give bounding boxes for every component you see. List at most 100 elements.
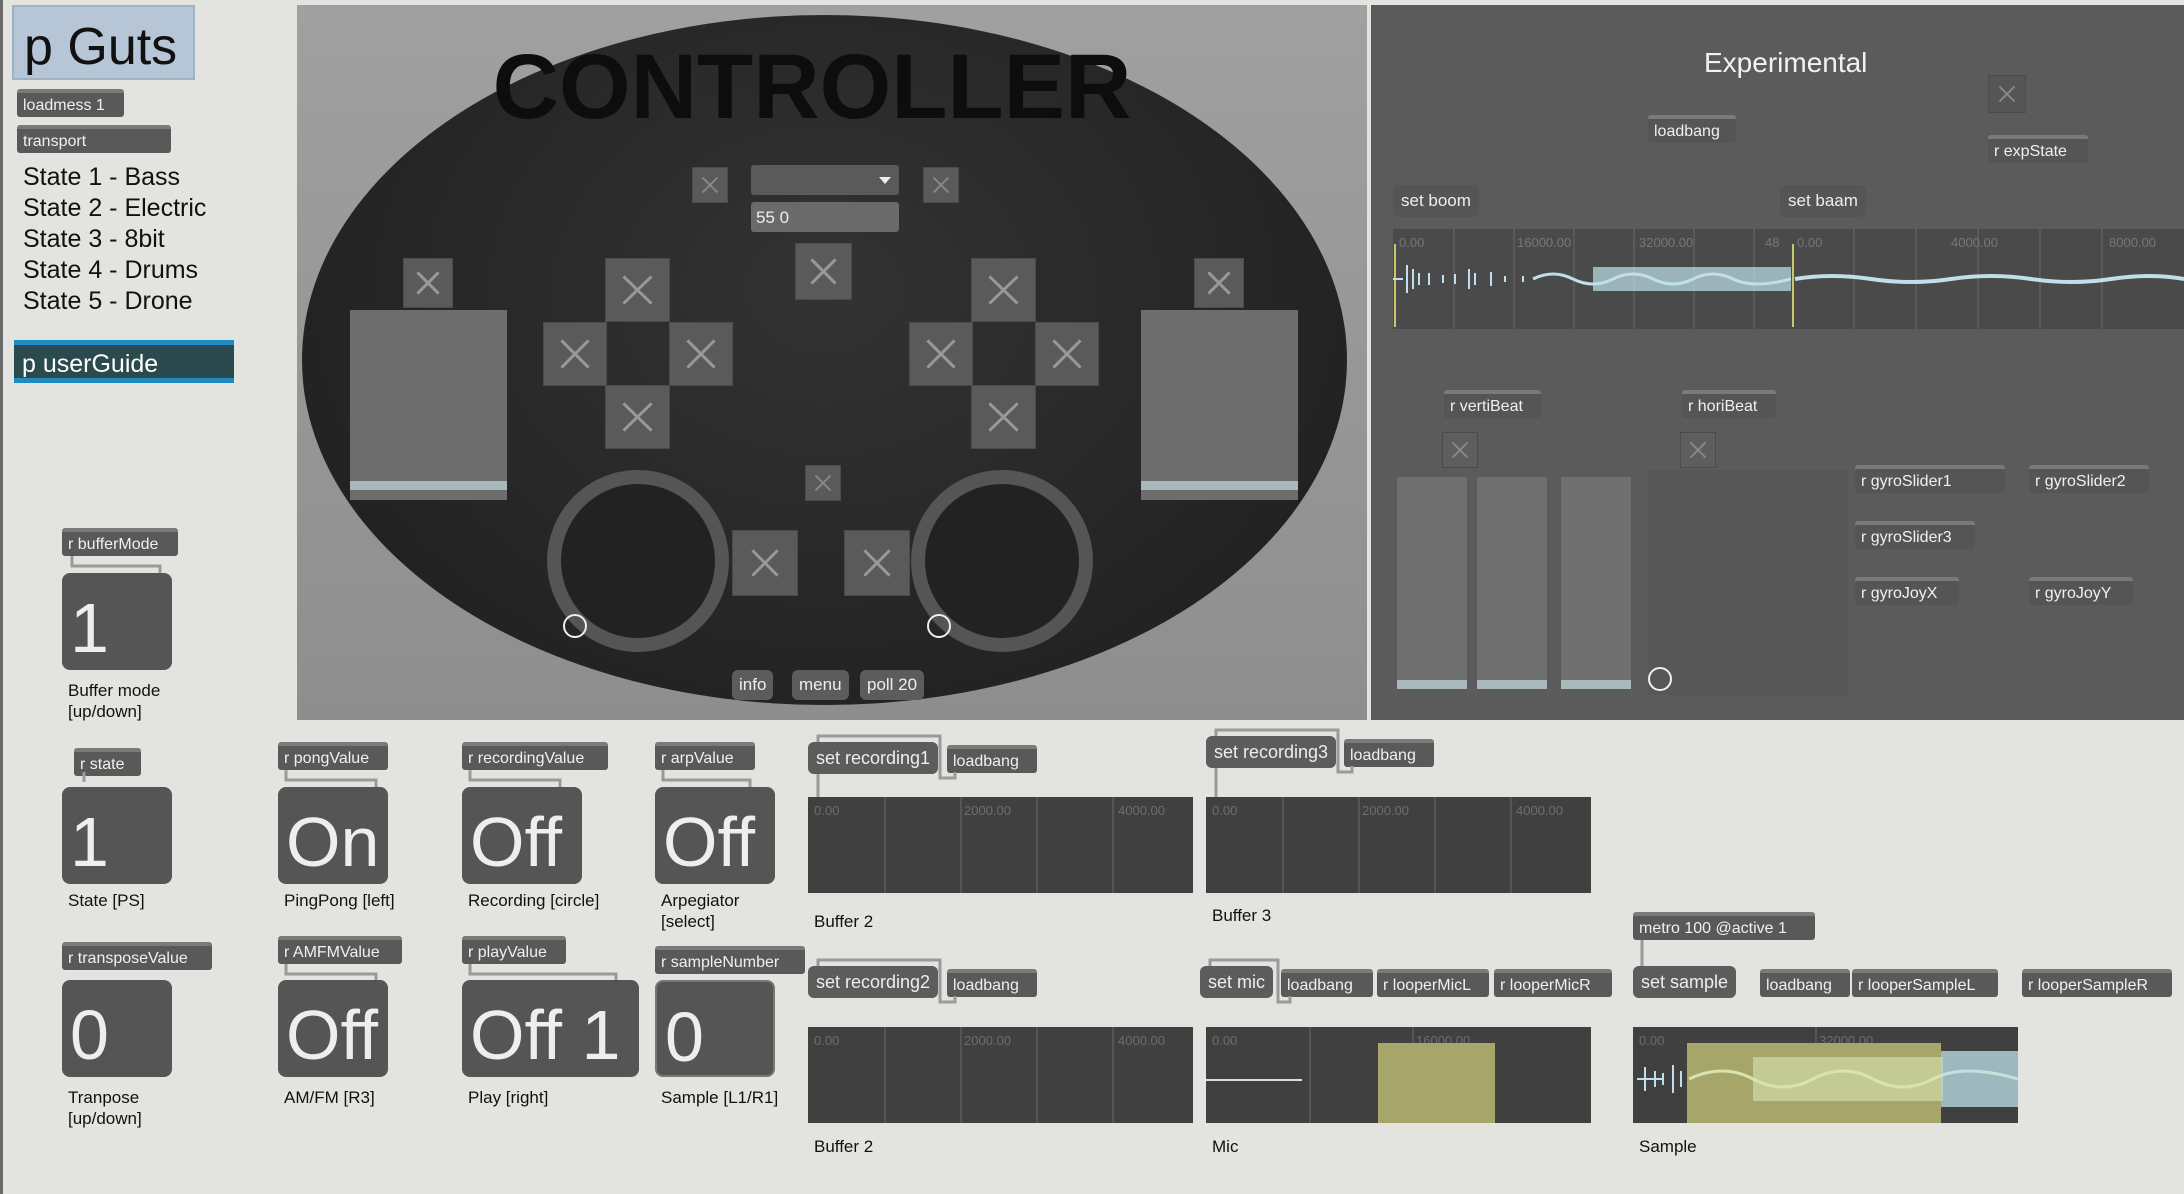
l2-slider-fill <box>350 481 507 490</box>
gyroslider1-receive[interactable]: r gyroSlider1 <box>1855 465 2005 493</box>
state-item-5: State 5 - Drone <box>23 287 193 315</box>
xy-pad[interactable] <box>1648 470 1848 695</box>
info-button[interactable]: info <box>732 670 774 700</box>
circle-button[interactable] <box>1035 322 1099 386</box>
buffer2b-label: Buffer 2 <box>814 1137 874 1156</box>
buffer3-waveform[interactable]: 0.00 2000.00 4000.00 <box>1206 797 1591 893</box>
square-button[interactable] <box>909 322 973 386</box>
exp-toggle[interactable] <box>1988 75 2026 113</box>
buffermode-receive[interactable]: r bufferMode <box>62 528 178 556</box>
set-mic-message[interactable]: set mic <box>1200 966 1274 998</box>
l2-slider[interactable] <box>350 310 507 500</box>
samplenumber-receive[interactable]: r sampleNumber <box>655 946 805 974</box>
dpad-right[interactable] <box>669 322 733 386</box>
recording-receive[interactable]: r recordingValue <box>462 742 608 770</box>
ps-toggle[interactable] <box>805 465 841 501</box>
amfm-numbox[interactable]: Off <box>278 980 388 1077</box>
mic-loop-selection[interactable] <box>1378 1043 1495 1123</box>
amfm-receive[interactable]: r AMFMValue <box>278 936 402 964</box>
triangle-button[interactable] <box>971 258 1036 322</box>
share-button[interactable] <box>732 530 798 596</box>
gyroslider3-receive[interactable]: r gyroSlider3 <box>1855 521 1975 549</box>
buffer2a-waveform[interactable]: 0.00 2000.00 4000.00 <box>808 797 1193 893</box>
horibeat-toggle[interactable] <box>1680 432 1716 468</box>
dpad-left[interactable] <box>543 322 607 386</box>
grid-line <box>1036 1027 1038 1123</box>
vertibeat-toggle[interactable] <box>1442 432 1478 468</box>
r2-slider-fill <box>1141 481 1298 490</box>
sample-loadbang[interactable]: loadbang <box>1760 969 1850 997</box>
options-button[interactable] <box>844 530 910 596</box>
vertibeat-receive[interactable]: r vertiBeat <box>1444 390 1541 418</box>
mic-waveform[interactable]: 0.00 16000.00 <box>1206 1027 1591 1123</box>
arp-numbox[interactable]: Off <box>655 787 775 884</box>
r2-slider[interactable] <box>1141 310 1298 500</box>
arp-receive[interactable]: r arpValue <box>655 742 755 770</box>
grid-line <box>1309 1027 1311 1123</box>
beat-slider-3[interactable] <box>1561 477 1631 689</box>
gyroslider2-receive[interactable]: r gyroSlider2 <box>2029 465 2149 493</box>
buffer2b-loadbang[interactable]: loadbang <box>947 969 1037 997</box>
set-baam-message[interactable]: set baam <box>1780 185 1866 217</box>
state-numbox[interactable]: 1 <box>62 787 172 884</box>
mic-loadbang[interactable]: loadbang <box>1281 969 1373 997</box>
transpose-receive[interactable]: r transposeValue <box>62 942 212 970</box>
loadmess-object[interactable]: loadmess 1 <box>17 89 124 117</box>
device-dropdown[interactable] <box>751 165 899 195</box>
menu-button[interactable]: menu <box>792 670 849 700</box>
pong-numbox[interactable]: On <box>278 787 388 884</box>
recording-numbox[interactable]: Off <box>462 787 582 884</box>
poll-button[interactable]: poll 20 <box>860 670 925 700</box>
set-boom-message[interactable]: set boom <box>1393 185 1479 217</box>
left-joystick-handle[interactable] <box>563 614 587 638</box>
cross-button[interactable] <box>971 385 1036 449</box>
tick-label: 4000.00 <box>1516 803 1563 818</box>
p-guts-object[interactable]: p Guts <box>12 5 195 80</box>
state-receive[interactable]: r state <box>74 748 141 776</box>
play-numbox[interactable]: Off 1 <box>462 980 639 1077</box>
set-recording3-message[interactable]: set recording3 <box>1206 736 1337 768</box>
boom-waveform[interactable]: 0.00 16000.00 32000.00 48 <box>1393 229 1791 329</box>
looper-mic-l-receive[interactable]: r looperMicL <box>1377 969 1489 997</box>
transpose-numbox[interactable]: 0 <box>62 980 172 1077</box>
buffer3-loadbang[interactable]: loadbang <box>1344 739 1434 767</box>
toggle-left-top[interactable] <box>692 167 728 203</box>
beat-slider-2[interactable] <box>1477 477 1547 689</box>
dpad-up[interactable] <box>605 258 670 322</box>
metro-object[interactable]: metro 100 @active 1 <box>1633 912 1815 940</box>
expstate-receive[interactable]: r expState <box>1988 135 2088 163</box>
pong-receive[interactable]: r pongValue <box>278 742 388 770</box>
buffermode-numbox[interactable]: 1 <box>62 573 172 670</box>
looper-mic-r-receive[interactable]: r looperMicR <box>1494 969 1612 997</box>
gyrojoyy-receive[interactable]: r gyroJoyY <box>2029 577 2133 605</box>
xy-pad-handle[interactable] <box>1648 667 1672 691</box>
sample-waveform[interactable]: 0.00 32000.00 <box>1633 1027 2018 1123</box>
slider-fill <box>1561 680 1631 689</box>
horibeat-receive[interactable]: r horiBeat <box>1682 390 1776 418</box>
set-recording2-message[interactable]: set recording2 <box>808 966 939 998</box>
exp-loadbang[interactable]: loadbang <box>1648 115 1736 143</box>
tick-label: 2000.00 <box>1362 803 1409 818</box>
p-guts-label: p Guts <box>24 18 178 76</box>
dpad-down[interactable] <box>605 385 670 449</box>
play-receive[interactable]: r playValue <box>462 936 566 964</box>
r1-toggle[interactable] <box>1194 258 1244 308</box>
transport-object[interactable]: transport <box>17 125 171 153</box>
touchpad-toggle[interactable] <box>795 243 852 300</box>
buffer2b-waveform[interactable]: 0.00 2000.00 4000.00 <box>808 1027 1193 1123</box>
looper-sample-l-receive[interactable]: r looperSampleL <box>1852 969 1998 997</box>
baam-waveform[interactable]: 0.00 4000.00 8000.00 <box>1791 229 2184 329</box>
buffer2a-loadbang[interactable]: loadbang <box>947 745 1037 773</box>
grid-line <box>1358 797 1360 893</box>
looper-sample-r-receive[interactable]: r looperSampleR <box>2022 969 2172 997</box>
l1-toggle[interactable] <box>403 258 453 308</box>
set-sample-message[interactable]: set sample <box>1633 966 1737 998</box>
right-joystick-handle[interactable] <box>927 614 951 638</box>
toggle-right-top[interactable] <box>923 167 959 203</box>
p-userguide-object[interactable]: p userGuide <box>14 340 234 383</box>
chevron-down-icon <box>879 177 891 184</box>
gyrojoyx-receive[interactable]: r gyroJoyX <box>1855 577 1959 605</box>
samplenumber-numbox[interactable]: 0 <box>655 980 775 1077</box>
beat-slider-1[interactable] <box>1397 477 1467 689</box>
set-recording1-message[interactable]: set recording1 <box>808 742 939 774</box>
